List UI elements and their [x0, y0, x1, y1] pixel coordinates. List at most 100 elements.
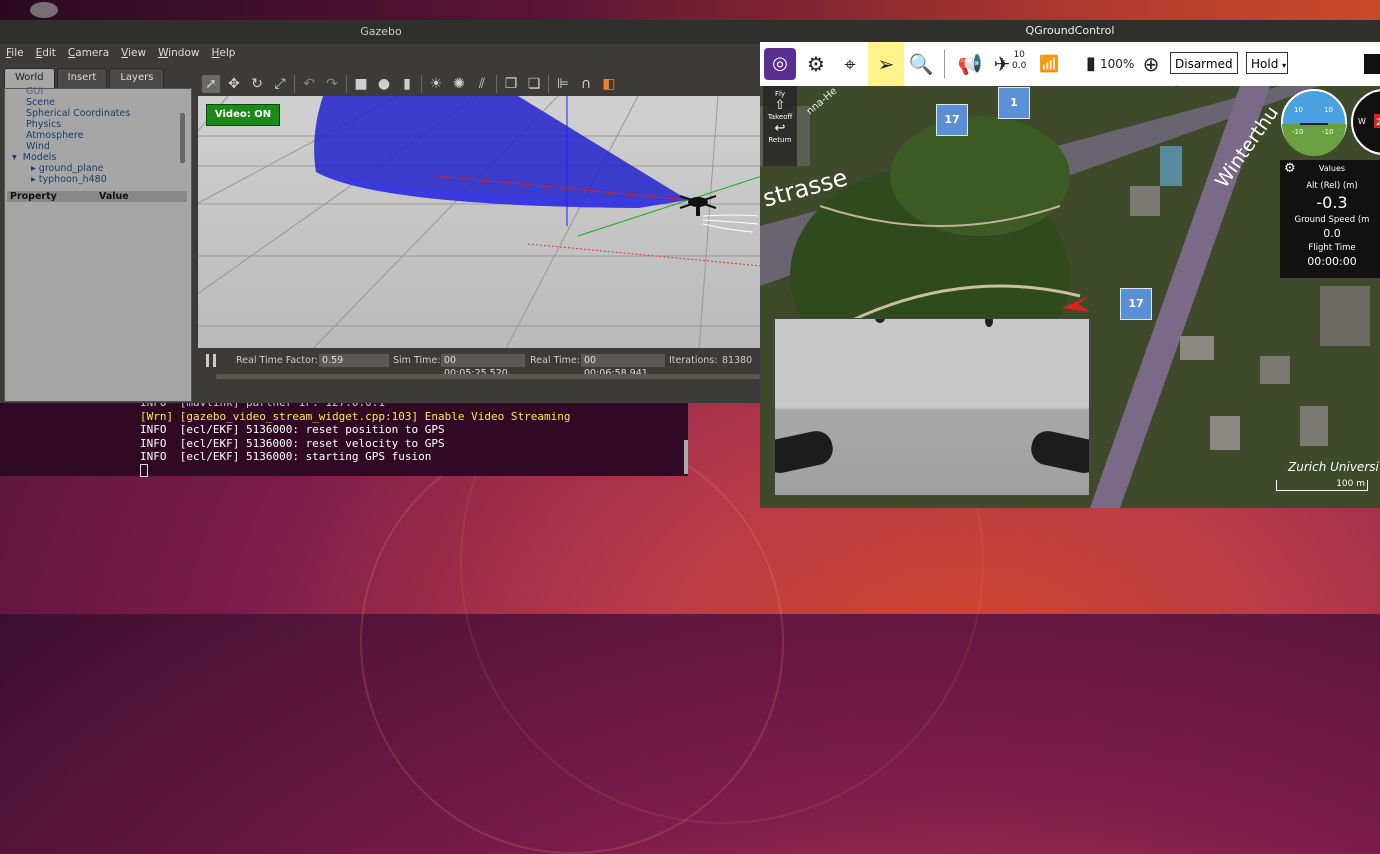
- battery-icon[interactable]: ▮: [1082, 42, 1100, 86]
- status-scrollbar[interactable]: [216, 374, 760, 379]
- takeoff-button[interactable]: ⇧ Takeoff: [763, 98, 797, 121]
- qgc-window[interactable]: QGroundControl ◎ ⚙ ⌖ ➢ 🔍 📢 ✈ 10 0.0 📶 ▮ …: [760, 20, 1380, 508]
- map-scale-label: 100 m: [1336, 479, 1365, 489]
- messages-megaphone-icon[interactable]: 📢: [956, 42, 984, 86]
- menu-view[interactable]: View: [121, 47, 146, 59]
- cylinder-icon[interactable]: ▮: [398, 75, 416, 93]
- sphere-icon[interactable]: ●: [375, 75, 393, 93]
- terminal-scrollbar[interactable]: [684, 440, 688, 474]
- tree-item-gui[interactable]: GUI: [26, 86, 43, 97]
- qgc-logo-icon[interactable]: ◎: [764, 48, 796, 80]
- translate-icon[interactable]: ✥: [225, 75, 243, 93]
- box-icon[interactable]: ■: [352, 75, 370, 93]
- attitude-tick: 10: [1294, 106, 1303, 114]
- tree-item-physics[interactable]: Physics: [26, 119, 61, 130]
- point-light-icon[interactable]: ☀: [427, 75, 445, 93]
- model-label: ground_plane: [38, 163, 104, 174]
- scale-icon[interactable]: ⤢: [271, 75, 289, 93]
- fly-view-icon[interactable]: ➢: [868, 42, 904, 86]
- directional-light-icon[interactable]: ⫽: [473, 75, 491, 93]
- values-gear-icon[interactable]: ⚙: [1284, 160, 1296, 178]
- gps-hdop: 0.0: [1012, 61, 1027, 71]
- video-toggle-button[interactable]: Video: ON: [206, 104, 280, 126]
- fly-tool-strip: Fly ⇧ Takeoff ↩ Return: [763, 86, 797, 166]
- takeoff-label: Takeoff: [767, 113, 793, 121]
- analyze-view-icon[interactable]: 🔍: [906, 42, 936, 86]
- paste-icon[interactable]: ❏: [525, 75, 543, 93]
- tab-world[interactable]: World: [4, 68, 55, 88]
- iterations-label: Iterations:: [669, 355, 718, 366]
- mission-marker[interactable]: 17: [1120, 288, 1152, 320]
- battery-percent: 100%: [1100, 57, 1135, 71]
- tree-item-models[interactable]: ▾ Models: [12, 152, 56, 163]
- settings-gear-icon[interactable]: ⚙: [800, 42, 832, 86]
- tree-item-ground-plane[interactable]: ▸ ground_plane: [31, 163, 104, 174]
- expand-arrow-icon: ▾: [12, 152, 20, 163]
- menu-edit[interactable]: Edit: [36, 47, 56, 59]
- snap-icon[interactable]: ∩: [577, 75, 595, 93]
- terminal-line: INFO [ecl/EKF] 5136000: reset position t…: [140, 423, 445, 436]
- rotate-icon[interactable]: ↻: [248, 75, 266, 93]
- world-panel: World Insert Layers GUI Scene Spherical …: [4, 68, 192, 403]
- gps-satellite-icon[interactable]: ✈: [990, 42, 1014, 86]
- terminal-window[interactable]: INFO [mavlink] partner IP: 127.0.0.1 [Wr…: [0, 396, 688, 477]
- instrument-panel: 10 10 -10 -10 W 2: [1281, 89, 1380, 156]
- arm-state-dropdown[interactable]: Disarmed ▾: [1170, 52, 1238, 92]
- real-time-value: 00 00:06:58.941: [581, 354, 665, 379]
- collapse-arrow-icon: ▸: [31, 163, 39, 174]
- terminal-line: INFO [ecl/EKF] 5136000: reset velocity t…: [140, 436, 445, 450]
- menu-camera[interactable]: Camera: [68, 47, 109, 59]
- return-icon: ↩: [774, 121, 786, 136]
- tree-item-spherical[interactable]: Spherical Coordinates: [26, 108, 130, 119]
- gazebo-window[interactable]: Gazebo File Edit Camera View Window Help…: [0, 20, 766, 403]
- select-mode-icon[interactable]: ➚: [202, 75, 220, 93]
- menu-file[interactable]: File: [6, 47, 24, 59]
- rtf-label: Real Time Factor:: [236, 355, 318, 366]
- tree-item-atmosphere[interactable]: Atmosphere: [26, 130, 84, 141]
- copy-icon[interactable]: ❐: [502, 75, 520, 93]
- mission-marker[interactable]: 17: [936, 104, 968, 136]
- property-header: Property Value: [7, 191, 187, 202]
- alt-value: -0.3: [1316, 193, 1348, 212]
- qgc-toolbar: ◎ ⚙ ⌖ ➢ 🔍 📢 ✈ 10 0.0 📶 ▮ 100% ⊕ Disarmed…: [760, 42, 1380, 92]
- mission-marker[interactable]: 1: [998, 87, 1030, 119]
- menu-help[interactable]: Help: [211, 47, 235, 59]
- tree-item-wind[interactable]: Wind: [26, 141, 50, 152]
- undo-icon[interactable]: ↶: [300, 75, 318, 93]
- models-label: Models: [22, 152, 57, 163]
- pause-icon[interactable]: [206, 354, 216, 367]
- ground-speed-label: Ground Speed (m: [1294, 215, 1370, 225]
- flight-time-label: Flight Time: [1308, 243, 1356, 253]
- satellite-map[interactable]: strasse Winterthu nna-He Zurich Universi…: [760, 86, 1380, 508]
- gazebo-menubar: File Edit Camera View Window Help: [0, 44, 762, 62]
- change-view-icon[interactable]: ◧: [600, 75, 618, 93]
- tree-scrollbar[interactable]: [180, 113, 185, 163]
- tab-insert[interactable]: Insert: [56, 68, 108, 88]
- map-place-label: Zurich Universi: [1288, 460, 1379, 474]
- attitude-tick: 10: [1324, 106, 1333, 114]
- sim-time-value: 00 00:05:25.520: [441, 354, 525, 379]
- arm-state-value: Disarmed: [1175, 57, 1233, 71]
- tree-item-scene[interactable]: Scene: [26, 97, 55, 108]
- propeller-blade: [985, 319, 993, 327]
- attitude-tick: -10: [1292, 128, 1303, 136]
- gazebo-3d-viewport[interactable]: Video: ON: [198, 96, 762, 364]
- app-icon[interactable]: [30, 2, 58, 18]
- px4-logo-icon: [1364, 54, 1380, 74]
- flight-mode-dropdown[interactable]: Hold ▾: [1246, 52, 1288, 74]
- plan-view-icon[interactable]: ⌖: [834, 42, 866, 86]
- tree-item-typhoon[interactable]: ▸ typhoon_h480: [31, 174, 107, 185]
- gps-lock-icon[interactable]: ⊕: [1140, 42, 1162, 86]
- spot-light-icon[interactable]: ✺: [450, 75, 468, 93]
- rc-rssi-icon[interactable]: 📶: [1038, 42, 1060, 86]
- chevron-down-icon: ▾: [1282, 61, 1287, 70]
- alt-label: Alt (Rel) (m): [1306, 181, 1358, 191]
- tab-layers[interactable]: Layers: [109, 68, 165, 88]
- propeller-blade: [875, 319, 885, 323]
- menu-window[interactable]: Window: [158, 47, 199, 59]
- redo-icon[interactable]: ↷: [323, 75, 341, 93]
- align-icon[interactable]: ⊫: [554, 75, 572, 93]
- drone-arm: [1028, 428, 1089, 476]
- video-stream-panel[interactable]: [774, 318, 1090, 496]
- return-button[interactable]: ↩ Return: [763, 121, 797, 144]
